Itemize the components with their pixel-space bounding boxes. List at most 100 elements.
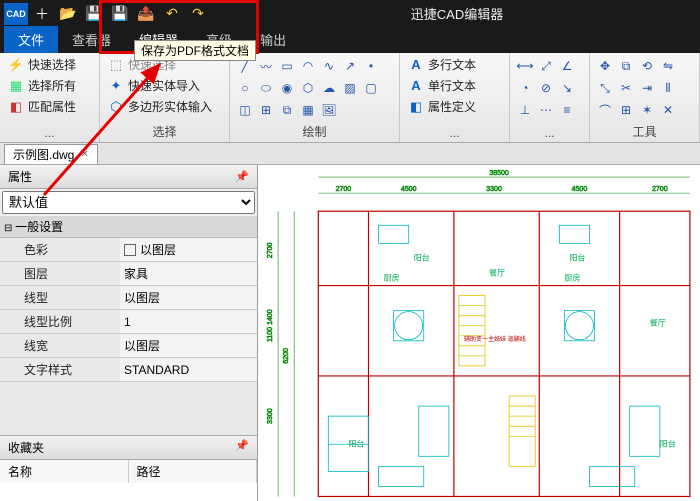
dim-diameter-icon[interactable]: ⊘: [537, 79, 555, 97]
array-icon[interactable]: ⊞: [617, 101, 635, 119]
scale-icon[interactable]: ⤡: [596, 79, 614, 97]
group-quick: ⚡快速选择 ▦选择所有 ◧匹配属性 ...: [0, 53, 100, 142]
prop-row: 线型以图层: [0, 286, 257, 310]
stext-button[interactable]: A单行文本: [406, 76, 503, 95]
dim-angular-icon[interactable]: ∠: [558, 57, 576, 75]
insert-icon[interactable]: ⊞: [257, 101, 275, 119]
redo-icon[interactable]: ↷: [186, 3, 210, 25]
select-all-button[interactable]: ▦选择所有: [6, 76, 93, 95]
dim-cont-icon[interactable]: ⋯: [537, 101, 555, 119]
erase-icon[interactable]: ✕: [659, 101, 677, 119]
pin-icon[interactable]: 📌: [235, 439, 249, 456]
dim-radius-icon[interactable]: ◔: [516, 79, 534, 97]
trim-icon[interactable]: ✂: [617, 79, 635, 97]
export-icon[interactable]: 📤: [134, 3, 158, 25]
svg-text:38500: 38500: [489, 170, 509, 177]
save-icon[interactable]: 💾: [82, 3, 106, 25]
fillet-icon[interactable]: ⌒: [596, 101, 614, 119]
match-prop-button[interactable]: ◧匹配属性: [6, 97, 93, 116]
close-icon[interactable]: ✕: [80, 149, 88, 160]
ray-icon[interactable]: ↗: [341, 57, 359, 75]
rotate-icon[interactable]: ⟲: [638, 57, 656, 75]
group-label: ...: [516, 125, 583, 140]
default-value-select[interactable]: 默认值: [2, 191, 255, 214]
copy-icon[interactable]: ⧉: [617, 57, 635, 75]
open-icon[interactable]: 📂: [56, 3, 80, 25]
xref-icon[interactable]: ⧉: [278, 101, 296, 119]
save-as-icon[interactable]: 💾: [108, 3, 132, 25]
prop-row: 线宽以图层: [0, 334, 257, 358]
svg-text:阳台: 阳台: [569, 252, 585, 262]
rect-icon[interactable]: ▭: [278, 57, 296, 75]
svg-text:餐厅: 餐厅: [650, 319, 666, 328]
tab-viewer[interactable]: 查看器: [58, 26, 125, 53]
arc-icon[interactable]: ◠: [299, 57, 317, 75]
mtext-button[interactable]: A多行文本: [406, 55, 503, 74]
favorites-columns: 名称 路径: [0, 460, 257, 483]
favorites-header: 收藏夹 📌: [0, 435, 257, 460]
svg-text:阳台: 阳台: [348, 438, 364, 448]
svg-text:1100 1400: 1100 1400: [267, 309, 274, 342]
dim-linear-icon[interactable]: ⟷: [516, 57, 534, 75]
file-tab-name: 示例图.dwg: [13, 146, 74, 163]
poly-entity-input-button[interactable]: ⬡多边形实体输入: [106, 97, 223, 116]
quick-entity-import-button[interactable]: ✦快速实体导入: [106, 76, 223, 95]
region-icon[interactable]: ▢: [362, 79, 380, 97]
import-icon: ✦: [108, 78, 124, 94]
attdef-button[interactable]: ◧属性定义: [406, 97, 503, 116]
stext-icon: A: [408, 78, 424, 94]
quick-access-toolbar: CAD ＋ 📂 💾 💾 📤 ↶ ↷: [0, 3, 214, 25]
dim-ord-icon[interactable]: ⊥: [516, 101, 534, 119]
extend-icon[interactable]: ⇥: [638, 79, 656, 97]
undo-icon[interactable]: ↶: [160, 3, 184, 25]
cad-logo-icon[interactable]: CAD: [4, 3, 28, 25]
explode-icon[interactable]: ✶: [638, 101, 656, 119]
ribbon: ⚡快速选择 ▦选择所有 ◧匹配属性 ... ⬚快速选择 ✦快速实体导入 ⬡多边形…: [0, 53, 700, 143]
svg-text:阳台: 阳台: [414, 252, 430, 262]
attdef-icon: ◧: [408, 99, 424, 115]
leader-icon[interactable]: ↘: [558, 79, 576, 97]
checkbox-icon[interactable]: [124, 244, 136, 256]
tab-file[interactable]: 文件: [4, 26, 58, 53]
block-icon[interactable]: ◫: [236, 101, 254, 119]
col-path[interactable]: 路径: [129, 460, 258, 483]
select-all-icon: ▦: [8, 78, 24, 94]
table-icon[interactable]: ▦: [299, 101, 317, 119]
polyline-icon[interactable]: 〰: [257, 57, 275, 75]
col-name[interactable]: 名称: [0, 460, 129, 483]
category-row[interactable]: 一般设置: [0, 216, 257, 238]
quick-select-button[interactable]: ⚡快速选择: [6, 55, 93, 74]
group-text: A多行文本 A单行文本 ◧属性定义 ...: [400, 53, 510, 142]
file-tab[interactable]: 示例图.dwg ✕: [4, 144, 98, 164]
property-grid[interactable]: 一般设置 色彩以图层 图层家具 线型以图层 线型比例1 线宽以图层 文字样式ST…: [0, 216, 257, 435]
svg-text:3300: 3300: [267, 408, 274, 424]
prop-row: 图层家具: [0, 262, 257, 286]
ellipse-icon[interactable]: ⬭: [257, 79, 275, 97]
pin-icon[interactable]: 📌: [235, 170, 249, 183]
new-icon[interactable]: ＋: [30, 3, 54, 25]
dim-base-icon[interactable]: ≡: [558, 101, 576, 119]
group-draw: ╱ 〰 ▭ ◠ ∿ ↗ • ○ ⬭ ◉ ⬡ ☁ ▨ ▢ ◫ ⊞ ⧉ ▦: [230, 53, 400, 142]
tooltip-save-pdf: 保存为PDF格式文档: [134, 40, 256, 61]
move-icon[interactable]: ✥: [596, 57, 614, 75]
main-area: 属性 📌 默认值 一般设置 色彩以图层 图层家具 线型以图层 线型比例1 线宽以…: [0, 165, 700, 501]
image-icon[interactable]: 🖼: [320, 101, 338, 119]
point-icon[interactable]: •: [362, 57, 380, 75]
prop-row: 线型比例1: [0, 310, 257, 334]
svg-text:餐厅: 餐厅: [489, 268, 505, 277]
drawing-canvas[interactable]: 38500 2700 4500 3300 4500 2700 2700 1100…: [258, 165, 700, 501]
match-icon: ◧: [8, 99, 24, 115]
svg-text:2700: 2700: [652, 186, 668, 193]
svg-text:阳台: 阳台: [660, 438, 676, 448]
mirror-icon[interactable]: ⇋: [659, 57, 677, 75]
dim-aligned-icon[interactable]: ⤢: [537, 57, 555, 75]
circle-icon[interactable]: ○: [236, 79, 254, 97]
hatch-icon[interactable]: ▨: [341, 79, 359, 97]
app-title: 迅捷CAD编辑器: [214, 4, 700, 23]
svg-text:2700: 2700: [267, 242, 274, 258]
polygon-icon[interactable]: ⬡: [299, 79, 317, 97]
donut-icon[interactable]: ◉: [278, 79, 296, 97]
offset-icon[interactable]: ⫴: [659, 79, 677, 97]
spline-icon[interactable]: ∿: [320, 57, 338, 75]
cloud-icon[interactable]: ☁: [320, 79, 338, 97]
